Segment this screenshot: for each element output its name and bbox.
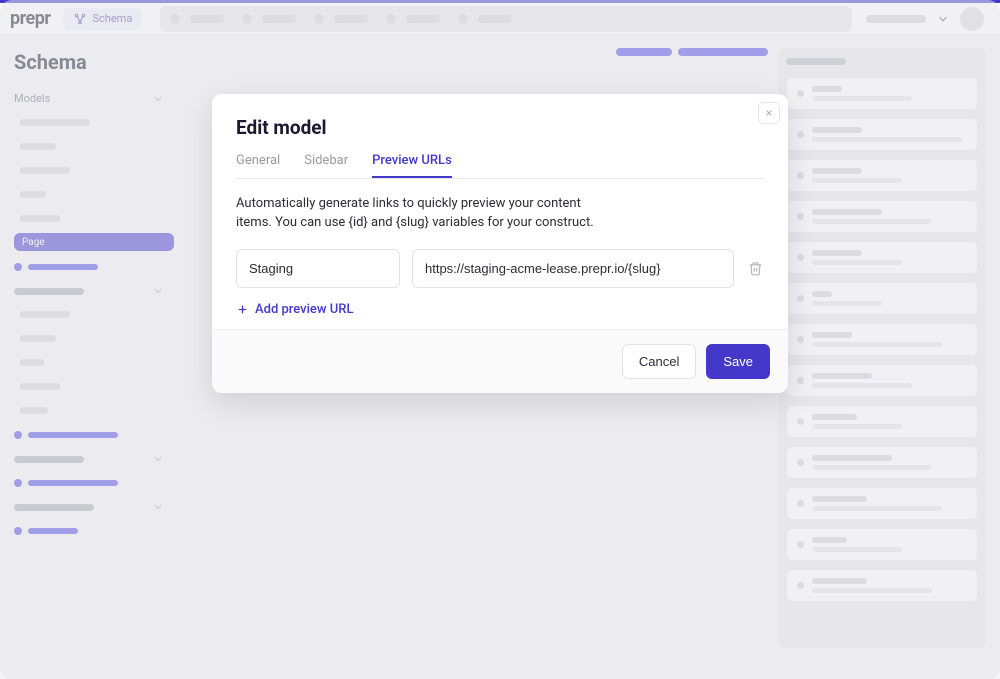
preview-url-row [236,249,764,288]
modal-footer: Cancel Save [212,329,788,393]
modal-tabs: General Sidebar Preview URLs [236,153,764,179]
preview-url-input[interactable] [412,249,734,288]
tab-sidebar[interactable]: Sidebar [304,153,348,178]
delete-row-button[interactable] [746,261,764,276]
tab-preview-urls[interactable]: Preview URLs [372,153,452,178]
save-button[interactable]: Save [706,344,770,379]
trash-icon [748,261,763,276]
plus-icon [236,303,249,316]
modal-description: Automatically generate links to quickly … [236,195,616,233]
cancel-button[interactable]: Cancel [622,344,696,379]
close-button[interactable] [758,102,780,124]
preview-name-input[interactable] [236,249,400,288]
modal-overlay: Edit model General Sidebar Preview URLs … [0,0,1000,679]
modal-title: Edit model [236,116,764,139]
edit-model-modal: Edit model General Sidebar Preview URLs … [212,94,788,393]
add-preview-url-label: Add preview URL [255,302,353,317]
close-icon [764,108,774,118]
tab-general[interactable]: General [236,153,280,178]
add-preview-url-button[interactable]: Add preview URL [236,302,764,317]
